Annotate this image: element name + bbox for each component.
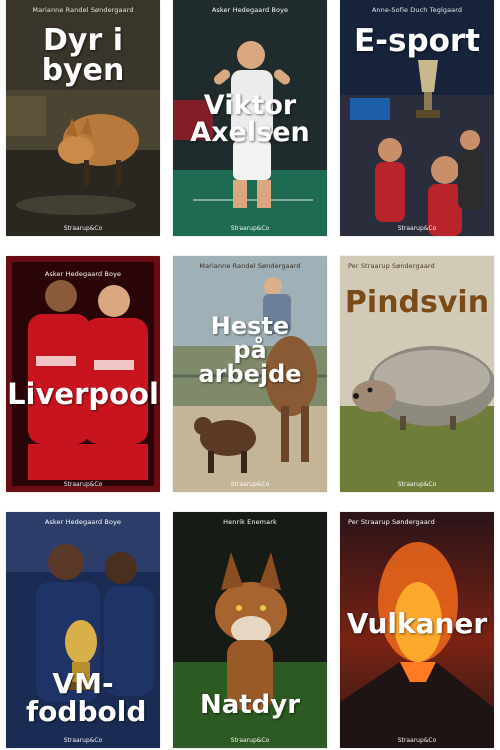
publisher-label: Straarup&Co xyxy=(230,481,270,488)
book-cover-e-sport[interactable]: Anne-Sofie Duch Teglgaard E-sport Straar… xyxy=(340,0,494,236)
book-cover-vulkaner[interactable]: Per Straarup Søndergaard Vulkaner Straar… xyxy=(340,512,494,748)
publisher-label: Straarup&Co xyxy=(230,737,270,744)
book-author: Asker Hedegaard Boye xyxy=(211,6,289,14)
book-author: Anne-Sofie Duch Teglgaard xyxy=(371,6,463,14)
book-cover-vm-fodbold[interactable]: Asker Hedegaard Boye VM-fodbold Straarup… xyxy=(6,512,160,748)
publisher-label: Straarup&Co xyxy=(63,737,103,744)
book-author: Henrik Enemark xyxy=(223,518,277,526)
publisher-label: Straarup&Co xyxy=(230,225,270,232)
book-cover-dyr-i-byen[interactable]: Marianne Randel Søndergaard Dyr i byen S… xyxy=(6,0,160,236)
book-title: Heste på arbejde xyxy=(198,312,302,388)
book-cover-viktor-axelsen[interactable]: Asker Hedegaard Boye Viktor Axelsen Stra… xyxy=(173,0,327,236)
book-cover-liverpool[interactable]: Asker Hedegaard Boye Liverpool Straarup&… xyxy=(6,256,160,492)
publisher-label: Straarup&Co xyxy=(63,481,103,488)
publisher-label: Straarup&Co xyxy=(397,225,437,232)
book-author: Asker Hedegaard Boye xyxy=(44,270,122,278)
book-title: Dyr i byen xyxy=(41,23,125,88)
publisher-label: Straarup&Co xyxy=(397,481,437,488)
book-author: Marianne Randel Søndergaard xyxy=(199,262,301,270)
book-cover-pindsvin[interactable]: Per Straarup Søndergaard Pindsvin Straar… xyxy=(340,256,494,492)
book-title: E-sport xyxy=(353,23,481,59)
book-grid: Marianne Randel Søndergaard Dyr i byen S… xyxy=(0,0,500,750)
book-author: Marianne Randel Søndergaard xyxy=(32,6,134,14)
publisher-label: Straarup&Co xyxy=(397,737,437,744)
book-title: VM-fodbold xyxy=(26,667,147,728)
book-author: Per Straarup Søndergaard xyxy=(348,262,435,270)
book-title: Viktor Axelsen xyxy=(190,90,310,148)
football-players-icon xyxy=(6,256,160,492)
book-title: Natdyr xyxy=(199,690,301,720)
book-cover-natdyr[interactable]: Henrik Enemark Natdyr Straarup&Co xyxy=(173,512,327,748)
publisher-label: Straarup&Co xyxy=(63,225,103,232)
book-title: Pindsvin xyxy=(344,285,490,320)
book-title: Liverpool xyxy=(7,377,159,411)
book-cover-heste-pa-arbejde[interactable]: Marianne Randel Søndergaard Heste på arb… xyxy=(173,256,327,492)
book-author: Per Straarup Søndergaard xyxy=(348,518,435,526)
book-author: Asker Hedegaard Boye xyxy=(44,518,122,526)
book-title: Vulkaner xyxy=(346,607,488,640)
